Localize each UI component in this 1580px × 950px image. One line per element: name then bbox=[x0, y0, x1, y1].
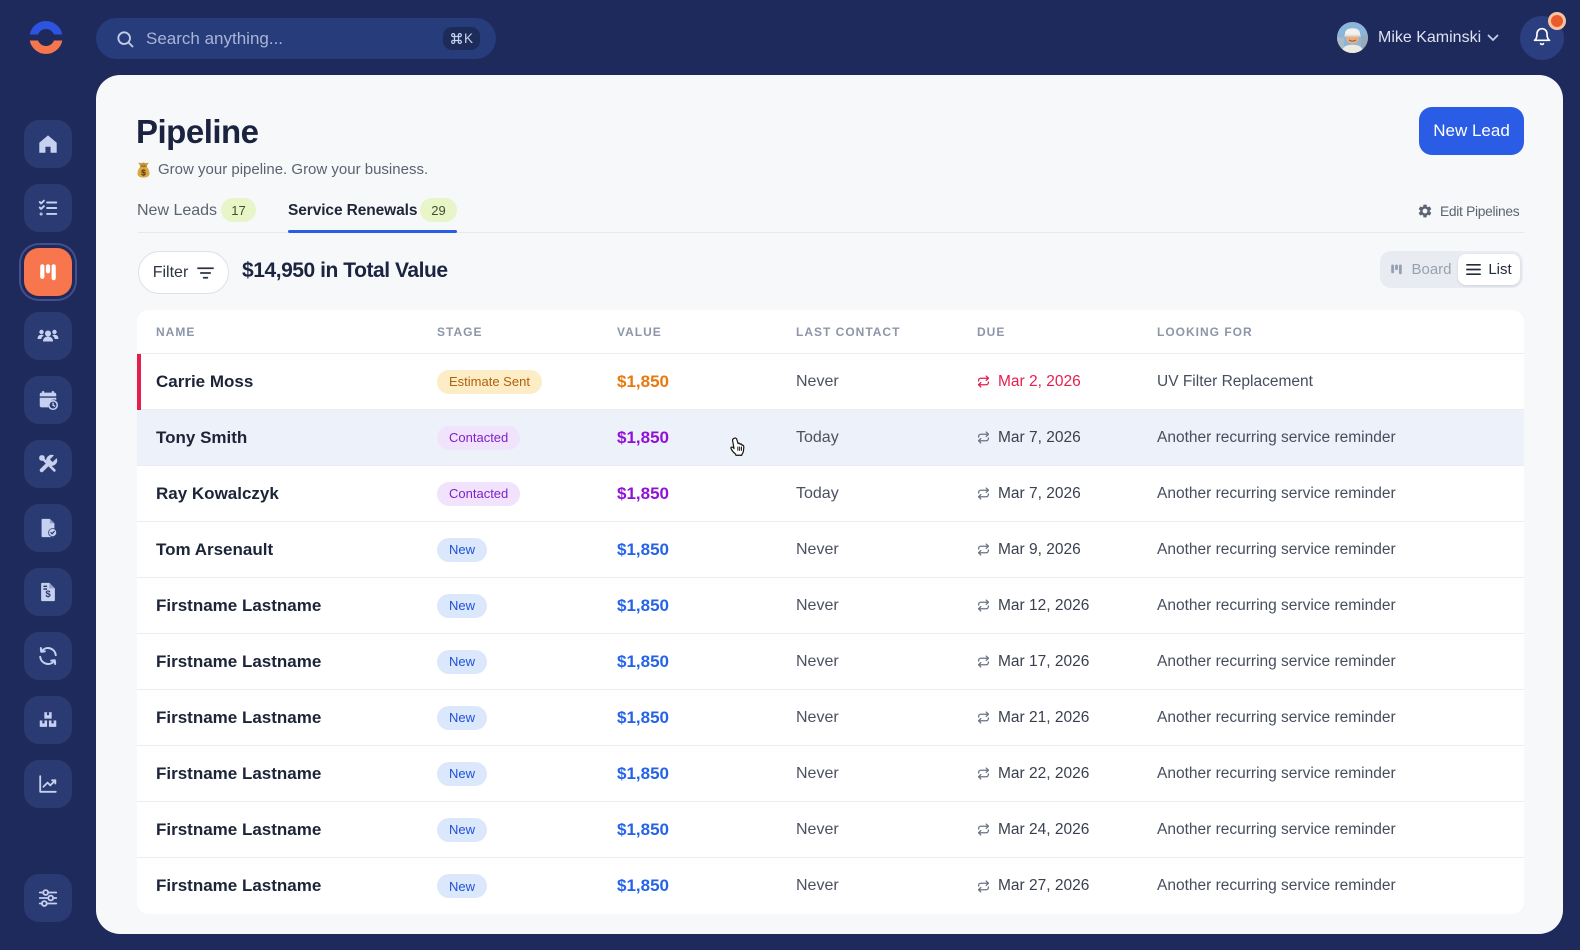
svg-text:$: $ bbox=[45, 589, 51, 600]
svg-text:$: $ bbox=[141, 168, 146, 177]
